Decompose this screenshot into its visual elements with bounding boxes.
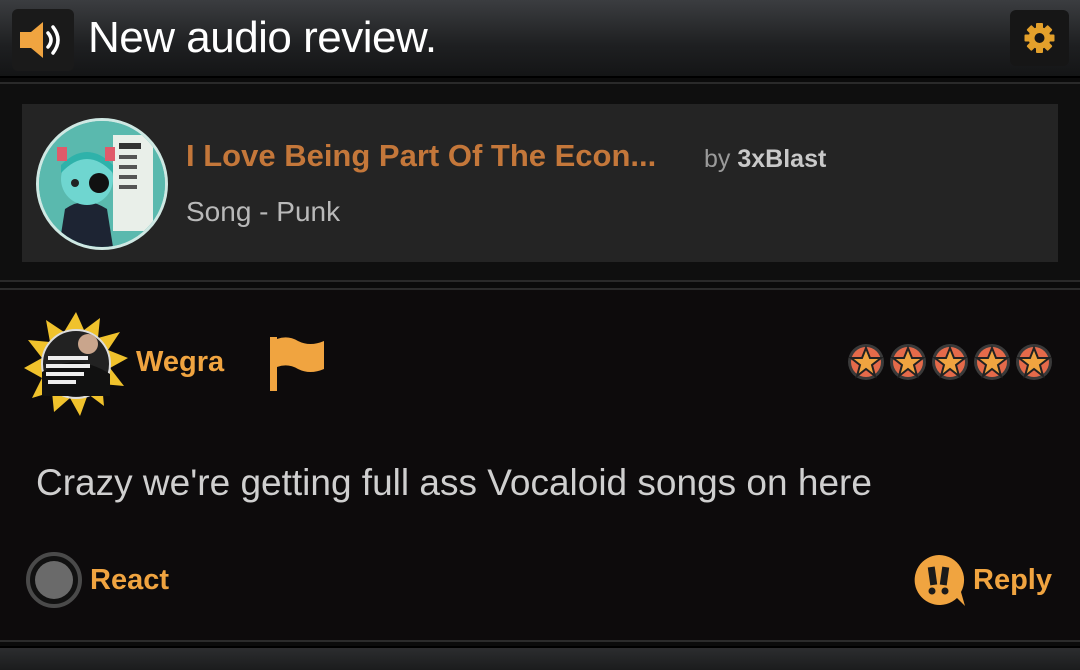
react-button[interactable]: React	[26, 552, 169, 608]
react-icon	[26, 552, 82, 608]
settings-button[interactable]	[1010, 10, 1069, 66]
song-art-image	[39, 121, 165, 247]
reply-icon	[914, 554, 966, 606]
review-panel: Wegra Crazy we're getting full ass Vocal…	[0, 288, 1080, 642]
avatar[interactable]	[24, 312, 128, 416]
gear-icon	[1024, 23, 1055, 53]
song-artist[interactable]: by 3xBlast	[704, 145, 826, 174]
report-flag-button[interactable]	[266, 335, 326, 393]
rating-stars	[846, 342, 1054, 382]
audio-button[interactable]	[12, 9, 74, 71]
song-cover-art[interactable]	[36, 118, 168, 250]
flag-icon	[270, 337, 324, 391]
reply-button[interactable]: Reply	[911, 552, 1052, 608]
star-icon	[1016, 344, 1052, 380]
star-icon	[890, 344, 926, 380]
song-title-link[interactable]: I Love Being Part Of The Econ...	[186, 138, 656, 174]
star-icon	[932, 344, 968, 380]
page-title: New audio review.	[88, 13, 437, 62]
star-icon	[974, 344, 1010, 380]
top-bar: New audio review.	[0, 0, 1080, 78]
bottom-bar	[0, 646, 1080, 670]
song-panel: I Love Being Part Of The Econ... by 3xBl…	[0, 82, 1080, 282]
speaker-icon	[20, 22, 60, 58]
artist-name[interactable]: 3xBlast	[737, 145, 826, 173]
review-body: Crazy we're getting full ass Vocaloid so…	[36, 462, 872, 503]
star-icon	[848, 344, 884, 380]
song-genre: Song - Punk	[186, 196, 341, 227]
react-label: React	[90, 563, 169, 596]
reply-label: Reply	[973, 563, 1052, 596]
review-username[interactable]: Wegra	[136, 346, 224, 379]
by-prefix: by	[704, 145, 731, 173]
user-avatar-image	[24, 312, 128, 416]
song-card[interactable]: I Love Being Part Of The Econ... by 3xBl…	[22, 104, 1058, 262]
